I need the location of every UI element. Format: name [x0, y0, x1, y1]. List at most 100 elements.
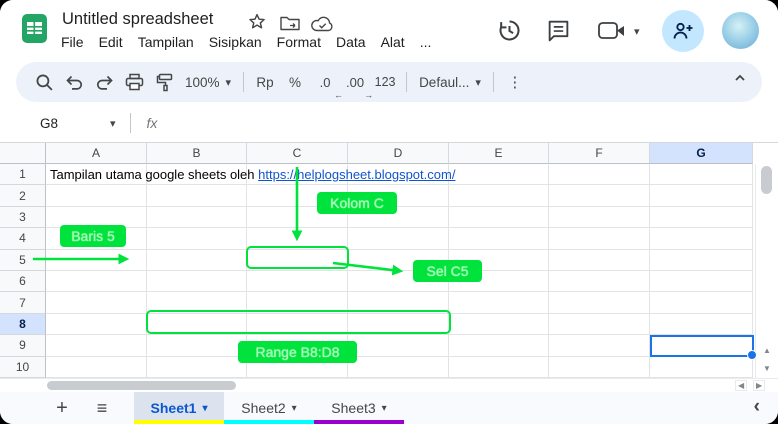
move-folder-icon[interactable] [280, 15, 300, 31]
cell-e7[interactable] [449, 292, 549, 313]
cell-f4[interactable] [549, 228, 650, 249]
cell-g10[interactable] [650, 357, 753, 378]
row-header-4[interactable]: 4 [0, 228, 46, 249]
print-icon[interactable] [119, 67, 149, 97]
cell-g7[interactable] [650, 292, 753, 313]
search-icon[interactable] [29, 67, 59, 97]
cell-b10[interactable] [147, 357, 247, 378]
row-header-9[interactable]: 9 [0, 335, 46, 356]
cell-g4[interactable] [650, 228, 753, 249]
cell-b4[interactable] [147, 228, 247, 249]
column-header-a[interactable]: A [46, 143, 147, 164]
cell-a1-link[interactable]: https://helplogsheet.blogspot.com/ [258, 167, 455, 182]
column-header-g[interactable]: G [650, 143, 753, 164]
increase-decimal-button[interactable]: .00→ [340, 67, 370, 97]
row-header-3[interactable]: 3 [0, 207, 46, 228]
cloud-check-icon[interactable] [311, 16, 334, 32]
row-header-10[interactable]: 10 [0, 357, 46, 378]
row-header-5[interactable]: 5 [0, 250, 46, 271]
column-header-e[interactable]: E [449, 143, 549, 164]
cell-e10[interactable] [449, 357, 549, 378]
cell-f1[interactable] [549, 164, 650, 185]
video-call-caret-icon[interactable]: ▾ [634, 25, 640, 38]
add-sheet-button[interactable]: + [44, 392, 80, 424]
cell-g8[interactable] [650, 314, 753, 335]
menu-item-sisipkan[interactable]: Sisipkan [209, 34, 262, 50]
cell-f6[interactable] [549, 271, 650, 292]
all-sheets-button[interactable]: ≡ [84, 392, 120, 424]
format-currency-button[interactable]: Rp [250, 67, 280, 97]
cell-a2[interactable] [46, 185, 147, 206]
column-header-b[interactable]: B [147, 143, 247, 164]
sheet-tab-sheet3[interactable]: Sheet3▾ [314, 392, 404, 424]
sheet-tab-caret-icon[interactable]: ▾ [382, 403, 387, 414]
account-avatar[interactable] [722, 12, 759, 49]
cell-d9[interactable] [348, 335, 449, 356]
sheet-tab-caret-icon[interactable]: ▾ [292, 403, 297, 414]
menu-item-edit[interactable]: Edit [99, 34, 123, 50]
horizontal-scroll-thumb[interactable] [47, 381, 236, 390]
cell-b5[interactable] [147, 250, 247, 271]
sheetbar-collapse-chevron-icon[interactable]: ‹ [754, 396, 760, 418]
sheet-tab-sheet1[interactable]: Sheet1▾ [134, 392, 224, 424]
menu-item-[interactable]: ... [420, 34, 432, 50]
row-header-8[interactable]: 8 [0, 314, 46, 335]
cell-a8[interactable] [46, 314, 147, 335]
column-header-d[interactable]: D [348, 143, 449, 164]
column-header-f[interactable]: F [549, 143, 650, 164]
menu-item-alat[interactable]: Alat [381, 34, 405, 50]
cell-g6[interactable] [650, 271, 753, 292]
more-options-icon[interactable]: ⋮ [500, 67, 530, 97]
cell-b6[interactable] [147, 271, 247, 292]
row-header-6[interactable]: 6 [0, 271, 46, 292]
version-history-icon[interactable] [496, 17, 523, 44]
select-all-corner[interactable] [0, 143, 46, 164]
cell-a10[interactable] [46, 357, 147, 378]
cell-d10[interactable] [348, 357, 449, 378]
menu-item-data[interactable]: Data [336, 34, 366, 50]
cell-c6[interactable] [247, 271, 348, 292]
sheets-logo-icon[interactable] [21, 13, 48, 44]
cell-g5[interactable] [650, 250, 753, 271]
cell-a6[interactable] [46, 271, 147, 292]
undo-icon[interactable] [59, 67, 89, 97]
cell-a9[interactable] [46, 335, 147, 356]
hide-menus-chevron-icon[interactable] [732, 70, 748, 86]
cell-a7[interactable] [46, 292, 147, 313]
cell-f10[interactable] [549, 357, 650, 378]
cell-e8[interactable] [449, 314, 549, 335]
font-select[interactable]: Defaul... ▾ [413, 75, 487, 90]
scroll-right-icon[interactable]: ▶ [753, 380, 765, 391]
zoom-select[interactable]: 100% ▾ [179, 75, 237, 90]
cell-e1[interactable] [449, 164, 549, 185]
cell-g1[interactable] [650, 164, 753, 185]
cell-f2[interactable] [549, 185, 650, 206]
name-box[interactable]: G8 [0, 116, 110, 131]
cell-f5[interactable] [549, 250, 650, 271]
cell-f7[interactable] [549, 292, 650, 313]
row-header-7[interactable]: 7 [0, 292, 46, 313]
selected-cell-g8[interactable] [650, 335, 754, 357]
cell-a1-content[interactable]: Tampilan utama google sheets oleh https:… [50, 167, 455, 182]
cell-f8[interactable] [549, 314, 650, 335]
paint-format-icon[interactable] [149, 67, 179, 97]
document-title[interactable]: Untitled spreadsheet [62, 10, 213, 29]
star-icon[interactable] [248, 13, 266, 31]
scroll-left-icon[interactable]: ◀ [735, 380, 747, 391]
sheet-tab-caret-icon[interactable]: ▾ [202, 403, 207, 414]
fill-handle[interactable] [747, 350, 757, 360]
cell-d4[interactable] [348, 228, 449, 249]
cell-a5[interactable] [46, 250, 147, 271]
cell-g3[interactable] [650, 207, 753, 228]
number-format-button[interactable]: 123 [370, 67, 400, 97]
format-percent-button[interactable]: % [280, 67, 310, 97]
menu-item-format[interactable]: Format [277, 34, 321, 50]
cell-e4[interactable] [449, 228, 549, 249]
menu-item-tampilan[interactable]: Tampilan [138, 34, 194, 50]
redo-icon[interactable] [89, 67, 119, 97]
sheet-tab-sheet2[interactable]: Sheet2▾ [224, 392, 314, 424]
cell-b3[interactable] [147, 207, 247, 228]
share-button[interactable] [662, 10, 704, 52]
cell-e3[interactable] [449, 207, 549, 228]
cell-e2[interactable] [449, 185, 549, 206]
